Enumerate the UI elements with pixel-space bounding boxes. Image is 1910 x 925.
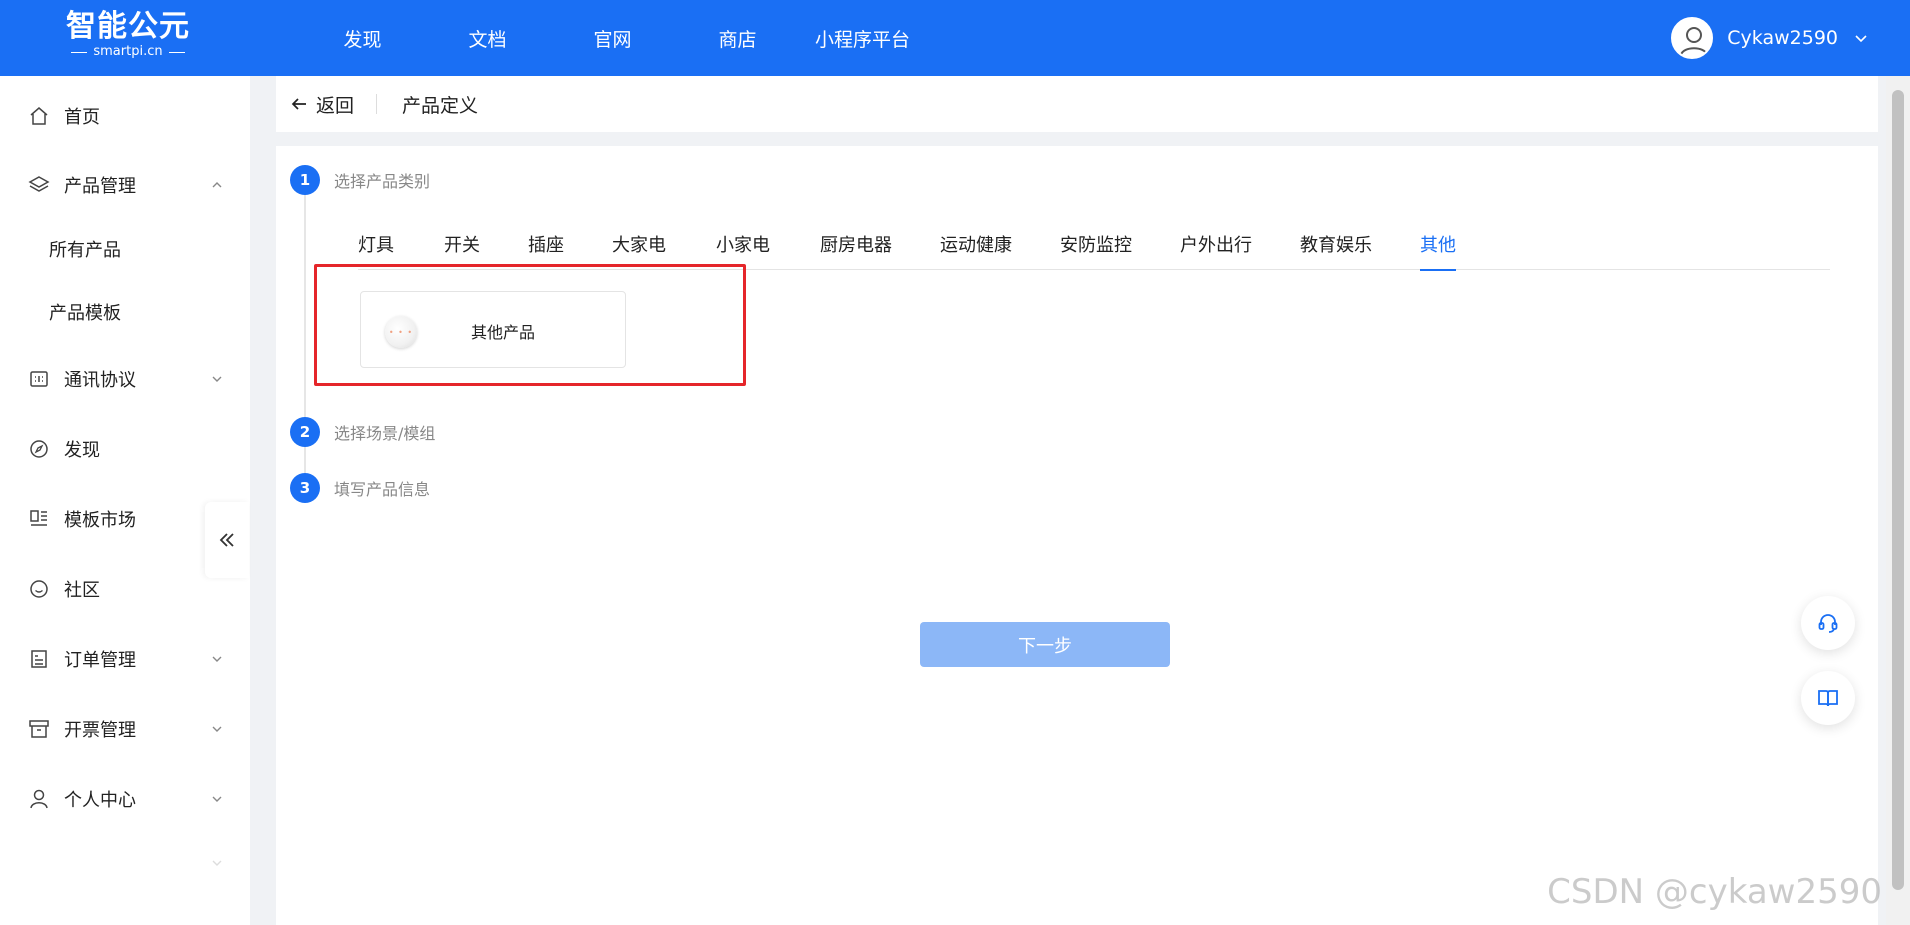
top-nav: 发现 文档 官网 商店 小程序平台: [300, 0, 925, 76]
page-scrollbar[interactable]: [1892, 90, 1904, 890]
back-label: 返回: [316, 94, 355, 117]
product-definition-panel: 1 选择产品类别 灯具 开关 插座 大家电 小家电 厨房电器 运动健康 安防监控…: [276, 146, 1878, 925]
sidebar-item-label: 开票管理: [64, 720, 136, 741]
product-thumbnail: • • •: [385, 316, 417, 348]
open-book-icon: [1818, 690, 1838, 707]
avatar: [1671, 17, 1714, 59]
sidebar-item-discover[interactable]: 发现: [0, 424, 250, 474]
step-1: 1 选择产品类别: [290, 165, 430, 195]
product-name: 其他产品: [471, 323, 536, 342]
step-number: 3: [290, 473, 320, 503]
layers-icon: [28, 176, 50, 192]
tab-outdoor[interactable]: 户外出行: [1180, 226, 1252, 270]
collapse-sidebar-button[interactable]: [205, 502, 249, 578]
sidebar-item-product-management[interactable]: 产品管理: [0, 160, 250, 210]
step-label: 选择产品类别: [334, 172, 431, 191]
double-chevron-left-icon: [219, 533, 234, 547]
step-2: 2 选择场景/模组: [290, 417, 435, 447]
topnav-docs[interactable]: 文档: [425, 25, 550, 52]
sidebar-subitem-label: 产品模板: [49, 303, 121, 324]
documentation-button[interactable]: [1801, 671, 1855, 725]
sidebar-item-invoices[interactable]: 开票管理: [0, 704, 250, 754]
brand-domain: smartpi.cn: [58, 44, 198, 60]
page-header: 返回 产品定义: [276, 76, 1878, 132]
template-icon: [30, 510, 47, 526]
top-navbar: 智能公元 smartpi.cn 发现 文档 官网 商店 小程序平台 Cykaw2…: [0, 0, 1910, 76]
topnav-discover[interactable]: 发现: [300, 25, 425, 52]
user-menu[interactable]: Cykaw2590: [1671, 0, 1870, 76]
step-number: 2: [290, 417, 320, 447]
order-icon: [31, 650, 47, 668]
topnav-miniprogram[interactable]: 小程序平台: [800, 25, 925, 52]
home-icon: [30, 107, 48, 125]
tab-sports-health[interactable]: 运动健康: [940, 226, 1012, 270]
sidebar-item-label: 个人中心: [64, 790, 136, 811]
sidebar-item-orders[interactable]: 订单管理: [0, 634, 250, 684]
watermark: CSDN @cykaw2590: [1547, 872, 1882, 912]
product-card-other[interactable]: • • • 其他产品: [360, 291, 626, 368]
sidebar-item-label: 产品管理: [64, 176, 136, 197]
user-icon: [30, 789, 48, 809]
chevron-down-icon: [212, 796, 222, 802]
tab-security[interactable]: 安防监控: [1060, 226, 1132, 270]
username: Cykaw2590: [1727, 27, 1838, 49]
page-title: 产品定义: [402, 94, 479, 117]
sidebar-subitem-all-products[interactable]: 所有产品: [0, 224, 250, 274]
chevron-down-icon: [212, 860, 222, 866]
sidebar-item-label: 模板市场: [64, 510, 136, 531]
sidebar-subitem-label: 所有产品: [49, 240, 121, 261]
sidebar-item-label: 发现: [64, 440, 100, 461]
compass-icon: [30, 440, 48, 458]
chevron-down-icon: [212, 376, 222, 382]
topnav-official-site[interactable]: 官网: [550, 25, 675, 52]
arrow-left-icon: [291, 98, 306, 110]
step-3: 3 填写产品信息: [290, 473, 430, 503]
sidebar-item-label: 订单管理: [64, 650, 136, 671]
protocol-icon: [30, 371, 48, 387]
community-icon: [30, 580, 48, 598]
headset-icon: [1818, 614, 1838, 633]
chevron-down-icon: [1855, 35, 1867, 43]
chevron-down-icon: [212, 726, 222, 732]
step-label: 填写产品信息: [334, 480, 431, 499]
tab-education[interactable]: 教育娱乐: [1300, 226, 1372, 270]
brand-logo[interactable]: 智能公元 smartpi.cn: [58, 10, 198, 66]
step-label: 选择场景/模组: [334, 424, 436, 443]
step-number: 1: [290, 165, 320, 195]
sidebar-item-label: 社区: [64, 580, 100, 601]
chevron-up-icon: [212, 182, 222, 188]
tab-other[interactable]: 其他: [1420, 226, 1456, 271]
sidebar-item-home[interactable]: 首页: [0, 91, 250, 141]
sidebar-item-protocol[interactable]: 通讯协议: [0, 354, 250, 404]
sidebar: 首页 产品管理 所有产品 产品模板 通讯协议 发现 模板市场 社区 订单管理 开…: [0, 76, 250, 925]
customer-service-button[interactable]: [1801, 596, 1855, 650]
sidebar-subitem-product-templates[interactable]: 产品模板: [0, 287, 250, 337]
main-area: 返回 产品定义 1 选择产品类别 灯具 开关 插座 大家电 小家电 厨房电器 运…: [276, 76, 1878, 925]
sidebar-item-personal-center[interactable]: 个人中心: [0, 774, 250, 824]
sidebar-item-label: 通讯协议: [64, 370, 136, 391]
back-button[interactable]: 返回: [290, 91, 354, 118]
header-divider: [376, 94, 377, 114]
sidebar-item-label: 首页: [64, 107, 100, 128]
brand-name: 智能公元: [66, 9, 190, 44]
chevron-down-icon: [212, 656, 222, 662]
tab-kitchen-appliance[interactable]: 厨房电器: [820, 226, 892, 270]
topnav-store[interactable]: 商店: [675, 25, 800, 52]
next-step-button[interactable]: 下一步: [920, 622, 1170, 667]
invoice-icon: [29, 720, 49, 738]
